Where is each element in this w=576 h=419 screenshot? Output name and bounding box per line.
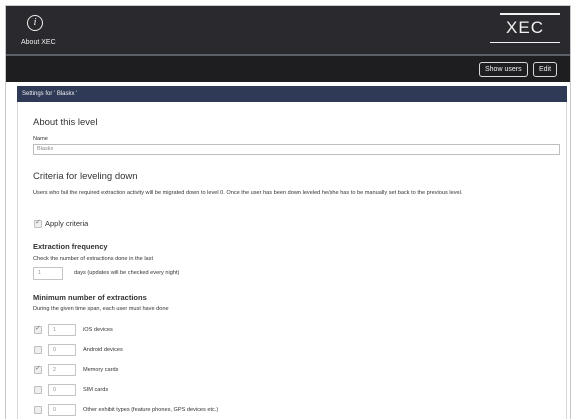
device-count-input[interactable]: 2 [48, 364, 76, 376]
device-count-input[interactable]: 0 [48, 384, 76, 396]
device-label: SIM cards [83, 387, 109, 393]
device-checkbox[interactable] [34, 324, 42, 334]
name-label: Name [33, 136, 48, 142]
logo-line-top [500, 13, 560, 15]
panel-title: Settings for ' Blaskx ' [17, 86, 567, 102]
days-suffix: days (updates will be checked every nigh… [74, 270, 180, 276]
criteria-description: Users who fail the required extraction a… [33, 190, 463, 196]
top-bar: i About XEC XEC [6, 6, 570, 54]
info-icon[interactable]: i [27, 15, 43, 31]
about-link[interactable]: About XEC [21, 39, 56, 46]
device-label: iOS devices [83, 327, 113, 333]
device-count-input[interactable]: 0 [48, 344, 76, 356]
device-checkbox[interactable] [34, 406, 42, 414]
device-checkbox[interactable] [34, 386, 42, 394]
device-count-input[interactable]: 1 [48, 324, 76, 336]
edit-button[interactable]: Edit [533, 62, 558, 77]
app-window: i About XEC XEC Show users Edit Settings… [5, 5, 571, 419]
minimum-description: During the given time span, each user mu… [33, 306, 169, 312]
toolbar: Show users Edit [6, 54, 570, 82]
settings-panel: About this level Name Blaskx Criteria fo… [17, 102, 567, 419]
logo-line-bottom [490, 41, 560, 43]
apply-criteria-label: Apply criteria [45, 219, 89, 228]
days-input[interactable]: 1 [33, 267, 63, 280]
show-users-button[interactable]: Show users [479, 62, 528, 77]
device-checkbox[interactable] [34, 346, 42, 354]
device-label: Android devices [83, 347, 123, 353]
device-checkbox[interactable] [34, 364, 42, 374]
device-label: Other exhibit types (feature phones, GPS… [83, 407, 219, 413]
name-field[interactable]: Blaskx [33, 144, 560, 155]
frequency-heading: Extraction frequency [33, 242, 108, 251]
minimum-heading: Minimum number of extractions [33, 293, 147, 302]
device-label: Memory cards [83, 367, 119, 373]
device-count-input[interactable]: 0 [48, 404, 76, 416]
xec-logo: XEC [490, 11, 560, 45]
criteria-heading: Criteria for leveling down [33, 171, 138, 182]
frequency-description: Check the number of extractions done in … [33, 256, 154, 262]
apply-criteria-checkbox[interactable] [34, 218, 42, 228]
logo-text: XEC [506, 18, 544, 37]
about-heading: About this level [33, 117, 98, 128]
